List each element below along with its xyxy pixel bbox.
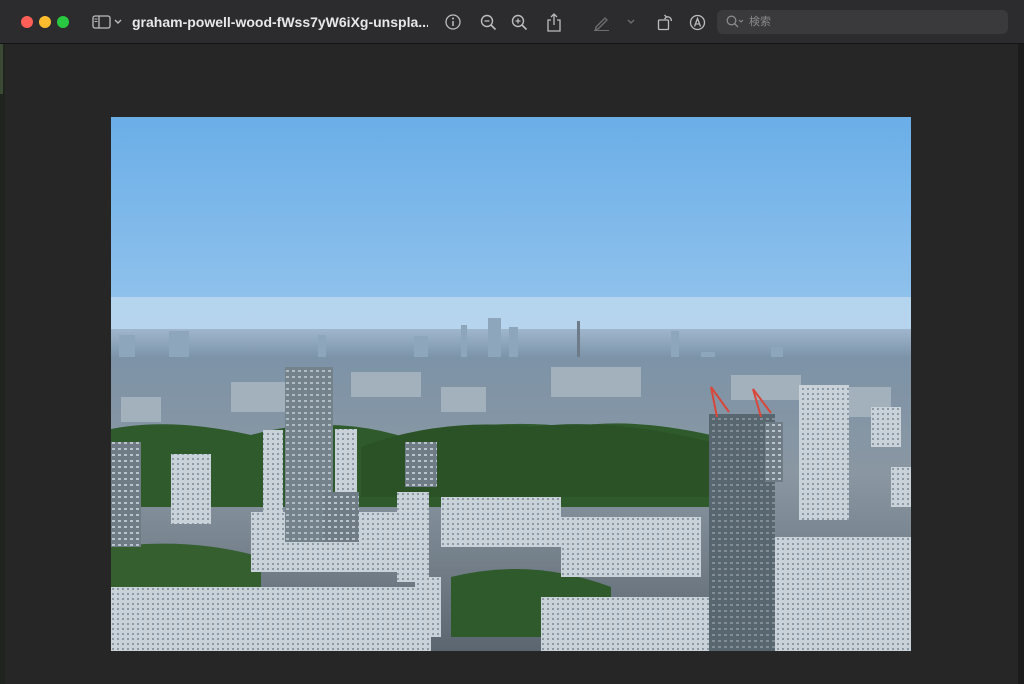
pen-icon — [593, 16, 609, 31]
search-placeholder: 検索 — [749, 16, 771, 28]
rotate-button[interactable] — [654, 10, 676, 34]
rotate-icon — [657, 14, 672, 30]
markup-circle-icon — [689, 14, 705, 30]
window-right-edge — [1018, 44, 1024, 684]
markup-pen-button[interactable] — [590, 10, 612, 34]
chevron-down-icon — [627, 19, 635, 24]
info-button[interactable] — [442, 10, 464, 34]
chevron-down-icon — [114, 19, 122, 24]
title-bar: graham-powell-wood-fWss7yW6iXg-unspla... — [0, 0, 1024, 44]
preview-window: graham-powell-wood-fWss7yW6iXg-unspla... — [0, 0, 1024, 684]
zoom-window-button[interactable] — [57, 16, 69, 28]
annotate-button[interactable] — [686, 10, 708, 34]
city-skyline-photo[interactable] — [111, 117, 911, 651]
search-icon — [726, 15, 744, 28]
share-icon — [547, 12, 561, 32]
share-button[interactable] — [543, 10, 565, 34]
markup-menu-button[interactable] — [625, 10, 637, 34]
zoom-out-button[interactable] — [477, 10, 499, 34]
minimize-window-button[interactable] — [39, 16, 51, 28]
window-title: graham-powell-wood-fWss7yW6iXg-unspla... — [132, 14, 428, 30]
magnifier-minus-icon — [480, 14, 496, 30]
info-circle-icon — [445, 14, 461, 30]
close-window-button[interactable] — [21, 16, 33, 28]
magnifier-plus-icon — [511, 14, 527, 30]
sidebar-icon — [91, 15, 111, 29]
zoom-in-button[interactable] — [508, 10, 530, 34]
search-field[interactable]: 検索 — [717, 10, 1008, 34]
sidebar-toggle-button[interactable] — [90, 10, 112, 34]
sidebar-menu-button[interactable] — [113, 10, 123, 34]
photo-image — [111, 117, 911, 651]
